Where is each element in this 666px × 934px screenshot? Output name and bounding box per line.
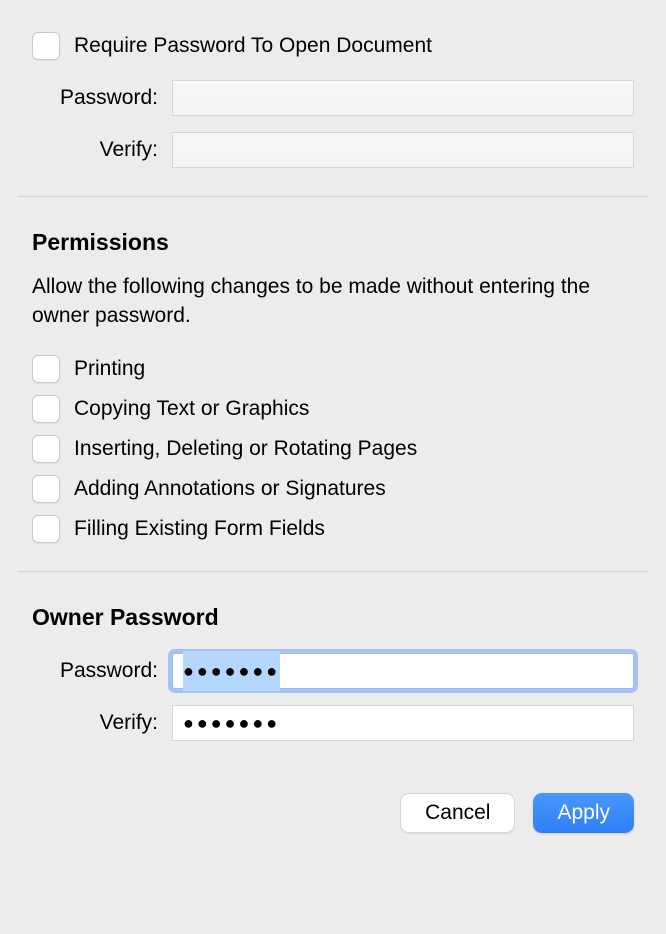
permission-inserting-checkbox[interactable] [32,435,60,463]
permission-copying-checkbox[interactable] [32,395,60,423]
open-document-section: Require Password To Open Document Passwo… [0,0,666,196]
permission-inserting-row: Inserting, Deleting or Rotating Pages [32,435,634,463]
owner-verify-row: Verify: ●●●●●●● [32,705,634,741]
button-row: Cancel Apply [0,769,666,865]
open-verify-label: Verify: [32,138,172,162]
open-password-input[interactable] [172,80,634,116]
permission-annotations-label: Adding Annotations or Signatures [74,477,386,501]
apply-button[interactable]: Apply [533,793,634,833]
open-verify-row: Verify: [32,132,634,168]
permission-annotations-row: Adding Annotations or Signatures [32,475,634,503]
permission-formfields-label: Filling Existing Form Fields [74,517,325,541]
permissions-section: Permissions Allow the following changes … [0,197,666,571]
open-verify-input[interactable] [172,132,634,168]
permission-formfields-checkbox[interactable] [32,515,60,543]
owner-verify-value: ●●●●●●● [173,705,280,741]
permission-copying-label: Copying Text or Graphics [74,397,309,421]
permission-printing-checkbox[interactable] [32,355,60,383]
permissions-heading: Permissions [32,229,634,256]
permission-printing-label: Printing [74,357,145,381]
owner-verify-input-wrap: ●●●●●●● [172,705,634,741]
permission-copying-row: Copying Text or Graphics [32,395,634,423]
open-password-label: Password: [32,86,172,110]
require-password-row: Require Password To Open Document [32,32,634,60]
owner-password-input[interactable]: ●●●●●●● [172,653,634,689]
permission-printing-row: Printing [32,355,634,383]
open-password-row: Password: [32,80,634,116]
require-password-checkbox[interactable] [32,32,60,60]
owner-verify-input[interactable]: ●●●●●●● [172,705,634,741]
owner-verify-label: Verify: [32,711,172,735]
cancel-button[interactable]: Cancel [400,793,515,833]
owner-password-input-wrap: ●●●●●●● [172,653,634,689]
owner-password-value: ●●●●●●● [173,651,280,691]
require-password-label: Require Password To Open Document [74,34,432,58]
owner-password-section: Owner Password Password: ●●●●●●● Verify:… [0,572,666,769]
permission-inserting-label: Inserting, Deleting or Rotating Pages [74,437,417,461]
permissions-description: Allow the following changes to be made w… [32,272,634,331]
owner-password-label: Password: [32,659,172,683]
permission-annotations-checkbox[interactable] [32,475,60,503]
owner-password-row: Password: ●●●●●●● [32,653,634,689]
owner-password-heading: Owner Password [32,604,634,631]
permission-formfields-row: Filling Existing Form Fields [32,515,634,543]
